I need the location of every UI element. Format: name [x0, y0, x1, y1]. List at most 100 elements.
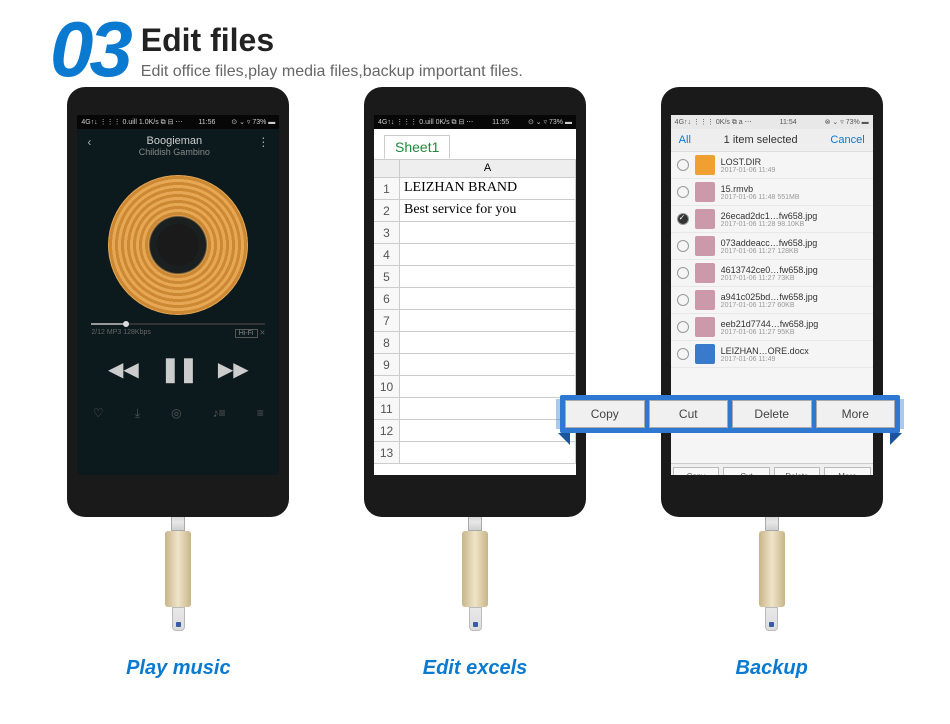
file-meta: 2017-01-06 11:27 60KB	[721, 302, 867, 309]
cell[interactable]	[400, 288, 576, 309]
file-thumb	[695, 290, 715, 310]
file-item[interactable]: LOST.DIR2017-01-06 11:49	[671, 152, 873, 179]
caption-backup: Backup	[736, 657, 808, 680]
sheet-row[interactable]: 2Best service for you	[374, 200, 576, 222]
file-thumb	[695, 344, 715, 364]
now-playing-title: Boogieman Childish Gambino	[91, 135, 257, 157]
file-meta: 2017-01-06 11:27 73KB	[721, 275, 867, 282]
file-item[interactable]: 073addeacc…fw658.jpg2017-01-06 11:27 128…	[671, 233, 873, 260]
cell[interactable]	[400, 266, 576, 287]
context-cut-button[interactable]: Cut	[723, 467, 770, 486]
row-number: 4	[374, 244, 400, 265]
select-radio[interactable]	[677, 321, 689, 333]
overlay-cut-button[interactable]: Cut	[649, 400, 729, 428]
sheet-row[interactable]: 1LEIZHAN BRAND	[374, 178, 576, 200]
sheet-row[interactable]: 9	[374, 354, 576, 376]
row-number: 7	[374, 310, 400, 331]
phone-brand: HUAWEI	[374, 494, 576, 505]
context-menu-small: CopyCutDeleteMore	[671, 463, 873, 489]
more-icon[interactable]: ⋮	[257, 135, 269, 157]
progress-slider[interactable]	[91, 323, 265, 325]
column-header[interactable]: A	[400, 160, 576, 177]
shuffle-icon[interactable]: ✕	[259, 330, 265, 337]
file-thumb	[695, 317, 715, 337]
select-radio[interactable]	[677, 294, 689, 306]
pause-button[interactable]: ❚❚	[160, 355, 196, 384]
file-item[interactable]: eeb21d7744…fw658.jpg2017-01-06 11:27 95K…	[671, 314, 873, 341]
phone-files: 4G↑↓ ⋮⋮⋮ 0K/s ⧉ a ⋯ 11:54 ⊗ ⌄ ▿ 73% ▬ Al…	[661, 87, 883, 517]
sheet-row[interactable]: 5	[374, 266, 576, 288]
sheet-row[interactable]: 13	[374, 442, 576, 464]
prev-button[interactable]: ◀◀	[108, 357, 139, 382]
row-number: 1	[374, 178, 400, 199]
eq-icon[interactable]: ◎	[171, 406, 181, 421]
caption-sheet: Edit excels	[423, 657, 528, 680]
cell[interactable]	[400, 442, 576, 463]
section-header: 03 Edit files Edit office files,play med…	[0, 0, 950, 87]
sheet-row[interactable]: 11	[374, 398, 576, 420]
context-delete-button[interactable]: Delete	[774, 467, 821, 486]
status-bar: 4G↑↓ ⋮⋮⋮ 0.uill 0K/s ⧉ ⊟ ⋯ 11:55 ⊙ ⌄ ▿ 7…	[374, 115, 576, 129]
sheet-row[interactable]: 4	[374, 244, 576, 266]
caption-music: Play music	[126, 657, 231, 680]
cell[interactable]	[400, 222, 576, 243]
row-number: 13	[374, 442, 400, 463]
like-icon[interactable]: ♡	[93, 406, 104, 421]
phone-files-column: 4G↑↓ ⋮⋮⋮ 0K/s ⧉ a ⋯ 11:54 ⊗ ⌄ ▿ 73% ▬ Al…	[623, 87, 920, 680]
select-radio[interactable]	[677, 186, 689, 198]
select-radio[interactable]	[677, 240, 689, 252]
next-button[interactable]: ▶▶	[218, 357, 249, 382]
cancel-button[interactable]: Cancel	[830, 134, 864, 146]
file-item[interactable]: 15.rmvb2017-01-06 11:48 551MB	[671, 179, 873, 206]
usb-drive	[759, 513, 785, 643]
cell[interactable]	[400, 354, 576, 375]
file-item[interactable]: 26ecad2dc1…fw658.jpg2017-01-06 11:28 98.…	[671, 206, 873, 233]
status-bar: 4G↑↓ ⋮⋮⋮ 0.uill 1.0K/s ⧉ ⊟ ⋯ 11:56 ⊙ ⌄ ▿…	[77, 115, 279, 129]
file-meta: 2017-01-06 11:48 551MB	[721, 194, 867, 201]
file-name: eeb21d7744…fw658.jpg	[721, 319, 867, 329]
sheet-row[interactable]: 8	[374, 332, 576, 354]
spreadsheet-grid[interactable]: A 1LEIZHAN BRAND2Best service for you345…	[374, 160, 576, 489]
row-number: 12	[374, 420, 400, 441]
cell[interactable]: Best service for you	[400, 200, 576, 221]
sheet-row[interactable]: 12	[374, 420, 576, 442]
select-radio[interactable]	[677, 213, 689, 225]
file-item[interactable]: a941c025bd…fw658.jpg2017-01-06 11:27 60K…	[671, 287, 873, 314]
playlist-icon[interactable]: ≡	[257, 406, 264, 421]
select-radio[interactable]	[677, 159, 689, 171]
section-title: Edit files	[141, 22, 523, 59]
sheet-row[interactable]: 10	[374, 376, 576, 398]
cell[interactable]	[400, 398, 576, 419]
file-thumb	[695, 155, 715, 175]
overlay-copy-button[interactable]: Copy	[565, 400, 645, 428]
sheet-row[interactable]: 3	[374, 222, 576, 244]
overlay-more-button[interactable]: More	[816, 400, 896, 428]
cell[interactable]	[400, 332, 576, 353]
select-radio[interactable]	[677, 348, 689, 360]
cell[interactable]	[400, 244, 576, 265]
select-all-button[interactable]: All	[679, 134, 691, 146]
file-name: a941c025bd…fw658.jpg	[721, 292, 867, 302]
sheet-tab[interactable]: Sheet1	[374, 129, 576, 160]
file-meta: 2017-01-06 11:49	[721, 167, 867, 174]
context-copy-button[interactable]: Copy	[673, 467, 720, 486]
file-item[interactable]: LEIZHAN…ORE.docx2017-01-06 11:49	[671, 341, 873, 368]
phone-sheet: 4G↑↓ ⋮⋮⋮ 0.uill 0K/s ⧉ ⊟ ⋯ 11:55 ⊙ ⌄ ▿ 7…	[364, 87, 586, 517]
section-subtitle: Edit office files,play media files,backu…	[141, 63, 523, 81]
file-meta: 2017-01-06 11:49	[721, 356, 867, 363]
download-icon[interactable]: ⤓	[135, 406, 140, 421]
section-number: 03	[50, 18, 129, 80]
context-more-button[interactable]: More	[824, 467, 871, 486]
cell[interactable]	[400, 310, 576, 331]
lyrics-icon[interactable]: ♪≡	[213, 406, 226, 421]
file-item[interactable]: 4613742ce0…fw658.jpg2017-01-06 11:27 73K…	[671, 260, 873, 287]
cell[interactable]	[400, 376, 576, 397]
overlay-delete-button[interactable]: Delete	[732, 400, 812, 428]
sheet-row[interactable]: 7	[374, 310, 576, 332]
cell[interactable]: LEIZHAN BRAND	[400, 178, 576, 199]
phone-sheet-column: 4G↑↓ ⋮⋮⋮ 0.uill 0K/s ⧉ ⊟ ⋯ 11:55 ⊙ ⌄ ▿ 7…	[327, 87, 624, 680]
file-meta: 2017-01-06 11:27 128KB	[721, 248, 867, 255]
cell[interactable]	[400, 420, 576, 441]
select-radio[interactable]	[677, 267, 689, 279]
sheet-row[interactable]: 6	[374, 288, 576, 310]
